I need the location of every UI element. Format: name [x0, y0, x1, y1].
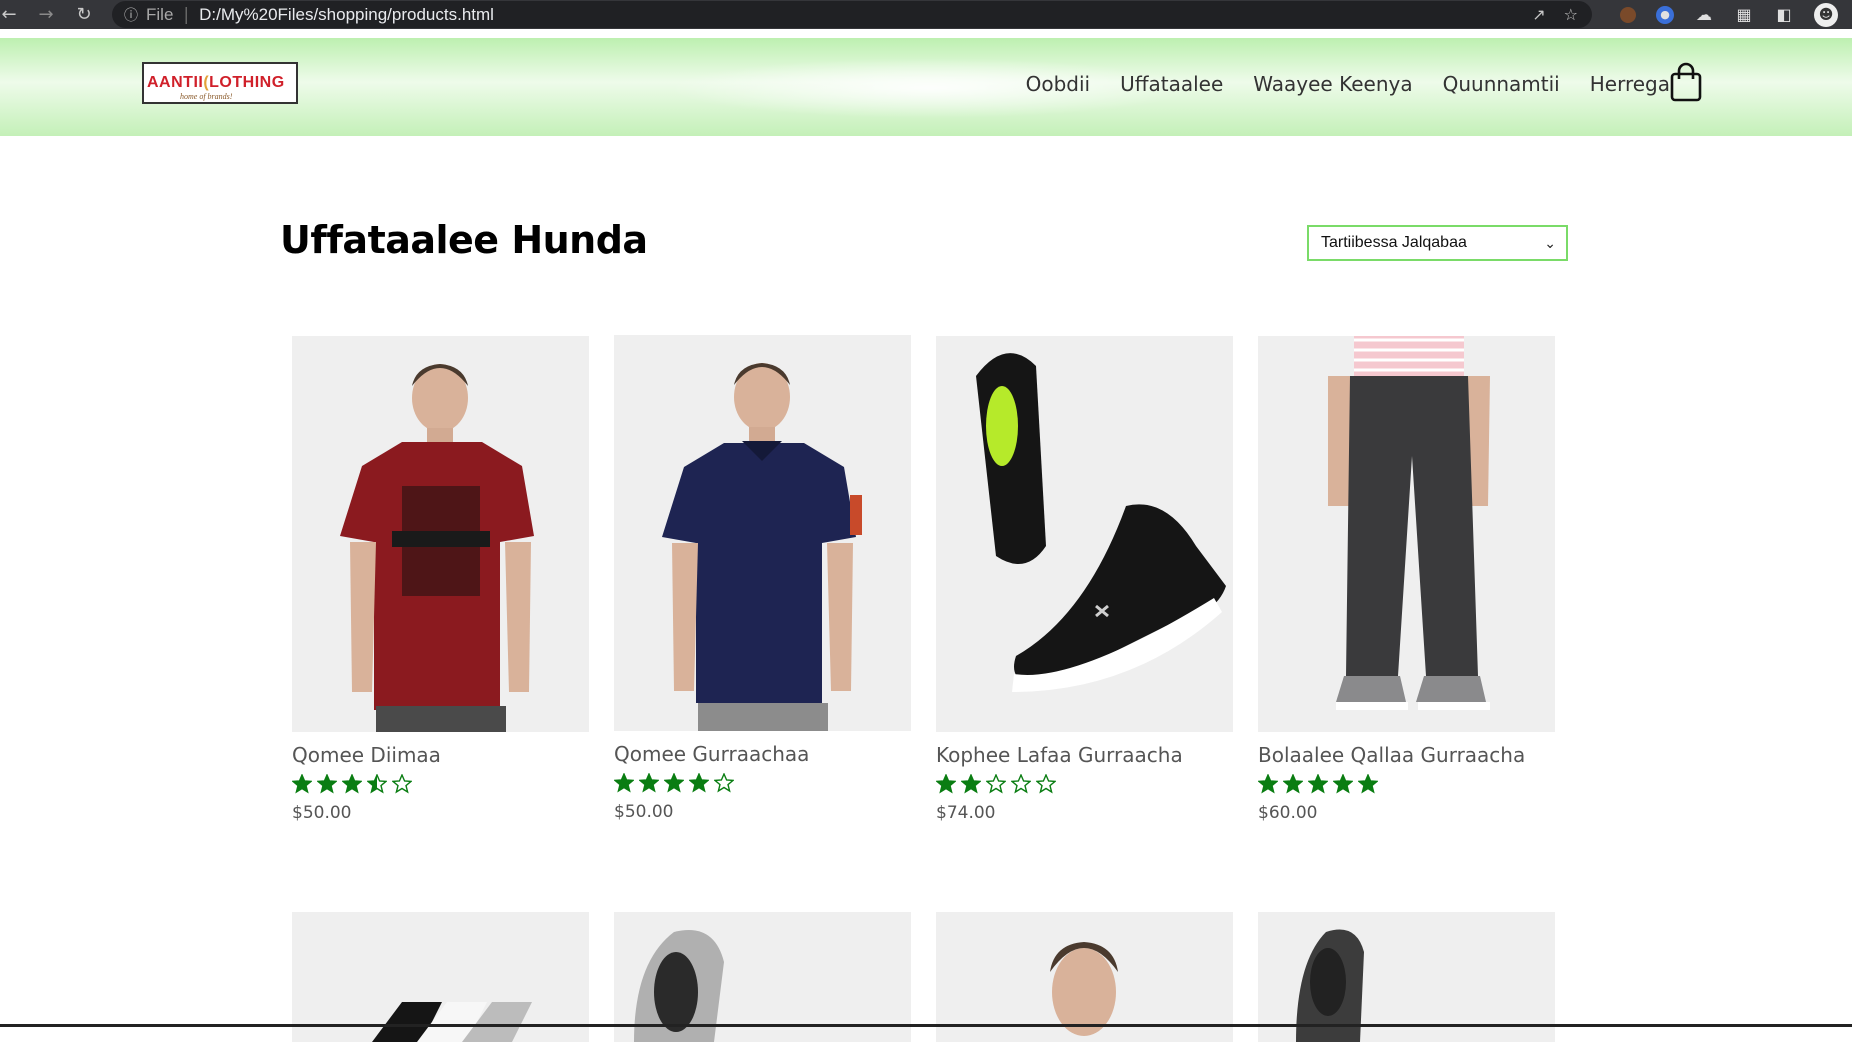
address-bar[interactable]: ⓘ File | D:/My%20Files/shopping/products… — [112, 1, 1592, 28]
product-image[interactable] — [292, 912, 589, 1042]
star-empty-icon — [1036, 774, 1056, 794]
star-full-icon — [961, 774, 981, 794]
product-card[interactable]: Bolaalee Qallaa Gurraacha $60.00 — [1258, 336, 1555, 823]
shopping-bag-icon[interactable] — [1670, 62, 1702, 102]
star-half-icon — [367, 774, 387, 794]
product-card[interactable]: Qomee Gurraachaa $50.00 — [614, 335, 911, 822]
star-empty-icon — [392, 774, 412, 794]
logo-text-second: LOTHING — [209, 74, 285, 91]
star-empty-icon — [714, 773, 734, 793]
star-full-icon — [1333, 774, 1353, 794]
page-title: Uffataalee Hunda — [280, 218, 648, 262]
profile-avatar[interactable]: ☻ — [1814, 2, 1838, 27]
product-price: $50.00 — [292, 803, 352, 823]
star-full-icon — [1258, 774, 1278, 794]
rating-stars — [1258, 774, 1555, 794]
bookmark-star-icon[interactable]: ☆ — [1564, 5, 1578, 24]
product-image[interactable] — [936, 912, 1233, 1042]
product-price: $74.00 — [936, 803, 996, 823]
nav-home[interactable]: Oobdii — [1026, 72, 1090, 96]
product-image[interactable] — [1258, 912, 1555, 1042]
side-panel-icon[interactable]: ◧ — [1774, 5, 1794, 25]
sort-selected-value: Tartiibessa Jalqabaa — [1321, 234, 1467, 251]
browser-toolbar: ← → ↻ ⓘ File | D:/My%20Files/shopping/pr… — [0, 0, 1852, 29]
url-separator: | — [183, 4, 190, 25]
nav-account[interactable]: Herrega — [1590, 72, 1670, 96]
star-full-icon — [1308, 774, 1328, 794]
rating-stars — [292, 774, 589, 794]
star-full-icon — [639, 773, 659, 793]
nav-contact[interactable]: Quunnamtii — [1443, 72, 1560, 96]
extensions-area: ● ☁ ▦ ◧ ☻ — [1620, 0, 1852, 29]
product-image[interactable] — [936, 336, 1233, 732]
star-full-icon — [936, 774, 956, 794]
chevron-down-icon: ⌄ — [1544, 235, 1556, 251]
star-empty-icon — [986, 774, 1006, 794]
product-card[interactable]: Kophee Lafaa Gurraacha $74.00 — [936, 336, 1233, 823]
star-full-icon — [1358, 774, 1378, 794]
star-full-icon — [614, 773, 634, 793]
extensions-puzzle-icon[interactable]: ▦ — [1734, 5, 1754, 25]
url-scheme: File — [146, 4, 174, 24]
info-icon[interactable]: ⓘ — [124, 5, 138, 25]
url-text[interactable]: D:/My%20Files/shopping/products.html — [199, 5, 494, 25]
star-full-icon — [689, 773, 709, 793]
site-logo[interactable]: AANTII(LOTHING home of brands! — [142, 62, 298, 104]
product-card[interactable] — [936, 912, 1233, 1042]
extension-blue-icon[interactable]: ● — [1656, 5, 1674, 24]
product-image[interactable] — [292, 336, 589, 732]
logo-tagline: home of brands! — [180, 92, 233, 101]
product-image[interactable] — [1258, 336, 1555, 732]
sort-select[interactable]: Tartiibessa Jalqabaa ⌄ — [1307, 225, 1568, 261]
logo-text-main: AANTII — [147, 74, 204, 91]
product-card[interactable] — [614, 912, 911, 1042]
product-image[interactable] — [614, 335, 911, 731]
forward-icon[interactable]: → — [32, 1, 60, 29]
rating-stars — [936, 774, 1233, 794]
share-icon[interactable]: ↗ — [1532, 5, 1545, 24]
rating-stars — [614, 773, 911, 793]
nav-clothes[interactable]: Uffataalee — [1120, 72, 1223, 96]
nav-about[interactable]: Waayee Keenya — [1253, 72, 1412, 96]
product-name[interactable]: Qomee Diimaa — [292, 743, 589, 767]
extension-cookie-icon[interactable] — [1620, 6, 1636, 23]
product-name[interactable]: Bolaalee Qallaa Gurraacha — [1258, 743, 1555, 767]
product-card[interactable] — [292, 912, 589, 1042]
product-price: $60.00 — [1258, 803, 1318, 823]
star-full-icon — [292, 774, 312, 794]
product-card[interactable]: Qomee Diimaa $50.00 — [292, 336, 589, 823]
product-card[interactable] — [1258, 912, 1555, 1042]
star-full-icon — [664, 773, 684, 793]
extension-cloud-icon[interactable]: ☁ — [1694, 5, 1714, 25]
product-name[interactable]: Kophee Lafaa Gurraacha — [936, 743, 1233, 767]
star-full-icon — [317, 774, 337, 794]
star-full-icon — [1283, 774, 1303, 794]
back-icon[interactable]: ← — [0, 1, 18, 29]
star-empty-icon — [1011, 774, 1031, 794]
main-nav: Oobdii Uffataalee Waayee Keenya Quunnamt… — [1026, 72, 1670, 96]
site-header: AANTII(LOTHING home of brands! Oobdii Uf… — [0, 38, 1852, 136]
product-price: $50.00 — [614, 802, 674, 822]
product-name[interactable]: Qomee Gurraachaa — [614, 742, 911, 766]
reload-icon[interactable]: ↻ — [70, 1, 98, 29]
star-full-icon — [342, 774, 362, 794]
product-image[interactable] — [614, 912, 911, 1042]
